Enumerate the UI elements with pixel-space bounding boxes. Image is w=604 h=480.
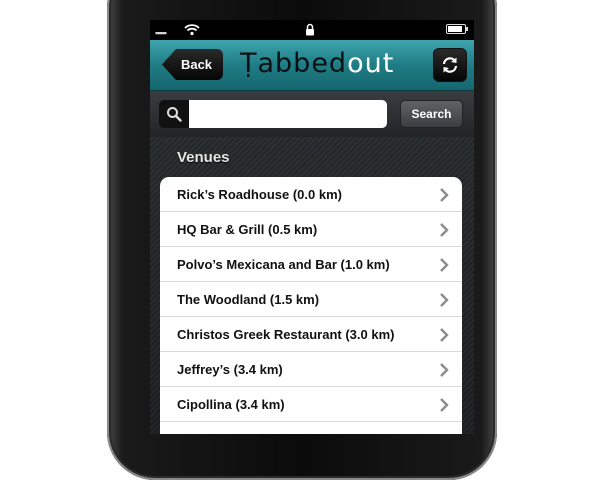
search-bar: Search — [150, 91, 474, 137]
venue-name: Christos Greek Restaurant (3.0 km) — [177, 326, 395, 342]
venue-list-item[interactable]: Jeffrey’s (3.4 km) — [160, 352, 462, 387]
chevron-right-icon — [440, 363, 449, 377]
chevron-right-icon — [440, 293, 449, 307]
venues-header: Venues — [177, 149, 230, 166]
wifi-icon — [184, 23, 200, 41]
status-bar: ▪▪▪▪▪ — [150, 20, 474, 40]
venue-list-item[interactable]: The Woodland (1.5 km) — [160, 282, 462, 317]
search-icon[interactable] — [159, 100, 189, 128]
venue-name: The Woodland (1.5 km) — [177, 291, 320, 307]
search-input[interactable] — [189, 100, 387, 128]
chevron-right-icon — [440, 223, 449, 237]
tabbedout-logo: Ṭabbedout — [240, 48, 394, 79]
battery-icon — [446, 24, 468, 34]
battery-fill — [448, 26, 462, 32]
venue-name: Rick’s Roadhouse (0.0 km) — [177, 186, 342, 202]
venue-name: Polvo’s Mexicana and Bar (1.0 km) — [177, 256, 390, 272]
refresh-icon — [442, 57, 458, 73]
chevron-right-icon — [440, 258, 449, 272]
app-screen: ▪▪▪▪▪ Back Ṭabbedout Search Venues Rick’… — [150, 20, 474, 434]
venue-list-item[interactable]: Cipollina (3.4 km) — [160, 387, 462, 422]
chevron-right-icon — [440, 188, 449, 202]
venue-name: Cipollina (3.4 km) — [177, 396, 285, 412]
signal-strength-icon: ▪▪▪▪▪ — [155, 28, 167, 38]
search-button-label: Search — [411, 107, 452, 121]
back-button[interactable]: Back — [162, 49, 223, 80]
nav-bar: Back Ṭabbedout — [150, 40, 474, 91]
logo-text-main: Ṭabbed — [240, 48, 348, 79]
lock-icon — [305, 23, 315, 41]
venue-list-item[interactable]: Rick’s Roadhouse (0.0 km) — [160, 177, 462, 212]
venue-name: Jeffrey’s (3.4 km) — [177, 361, 283, 377]
logo-text-accent: out — [347, 48, 395, 79]
venue-name: HQ Bar & Grill (0.5 km) — [177, 221, 318, 237]
chevron-right-icon — [440, 398, 449, 412]
venue-list-item[interactable]: HQ Bar & Grill (0.5 km) — [160, 212, 462, 247]
venue-list-item[interactable] — [160, 422, 462, 434]
venue-list-item[interactable]: Polvo’s Mexicana and Bar (1.0 km) — [160, 247, 462, 282]
venue-list: Rick’s Roadhouse (0.0 km) HQ Bar & Grill … — [160, 177, 462, 434]
venue-list-item[interactable]: Christos Greek Restaurant (3.0 km) — [160, 317, 462, 352]
chevron-right-icon — [440, 328, 449, 342]
refresh-button[interactable] — [433, 48, 467, 82]
back-button-label: Back — [180, 57, 213, 72]
search-button[interactable]: Search — [400, 100, 463, 128]
